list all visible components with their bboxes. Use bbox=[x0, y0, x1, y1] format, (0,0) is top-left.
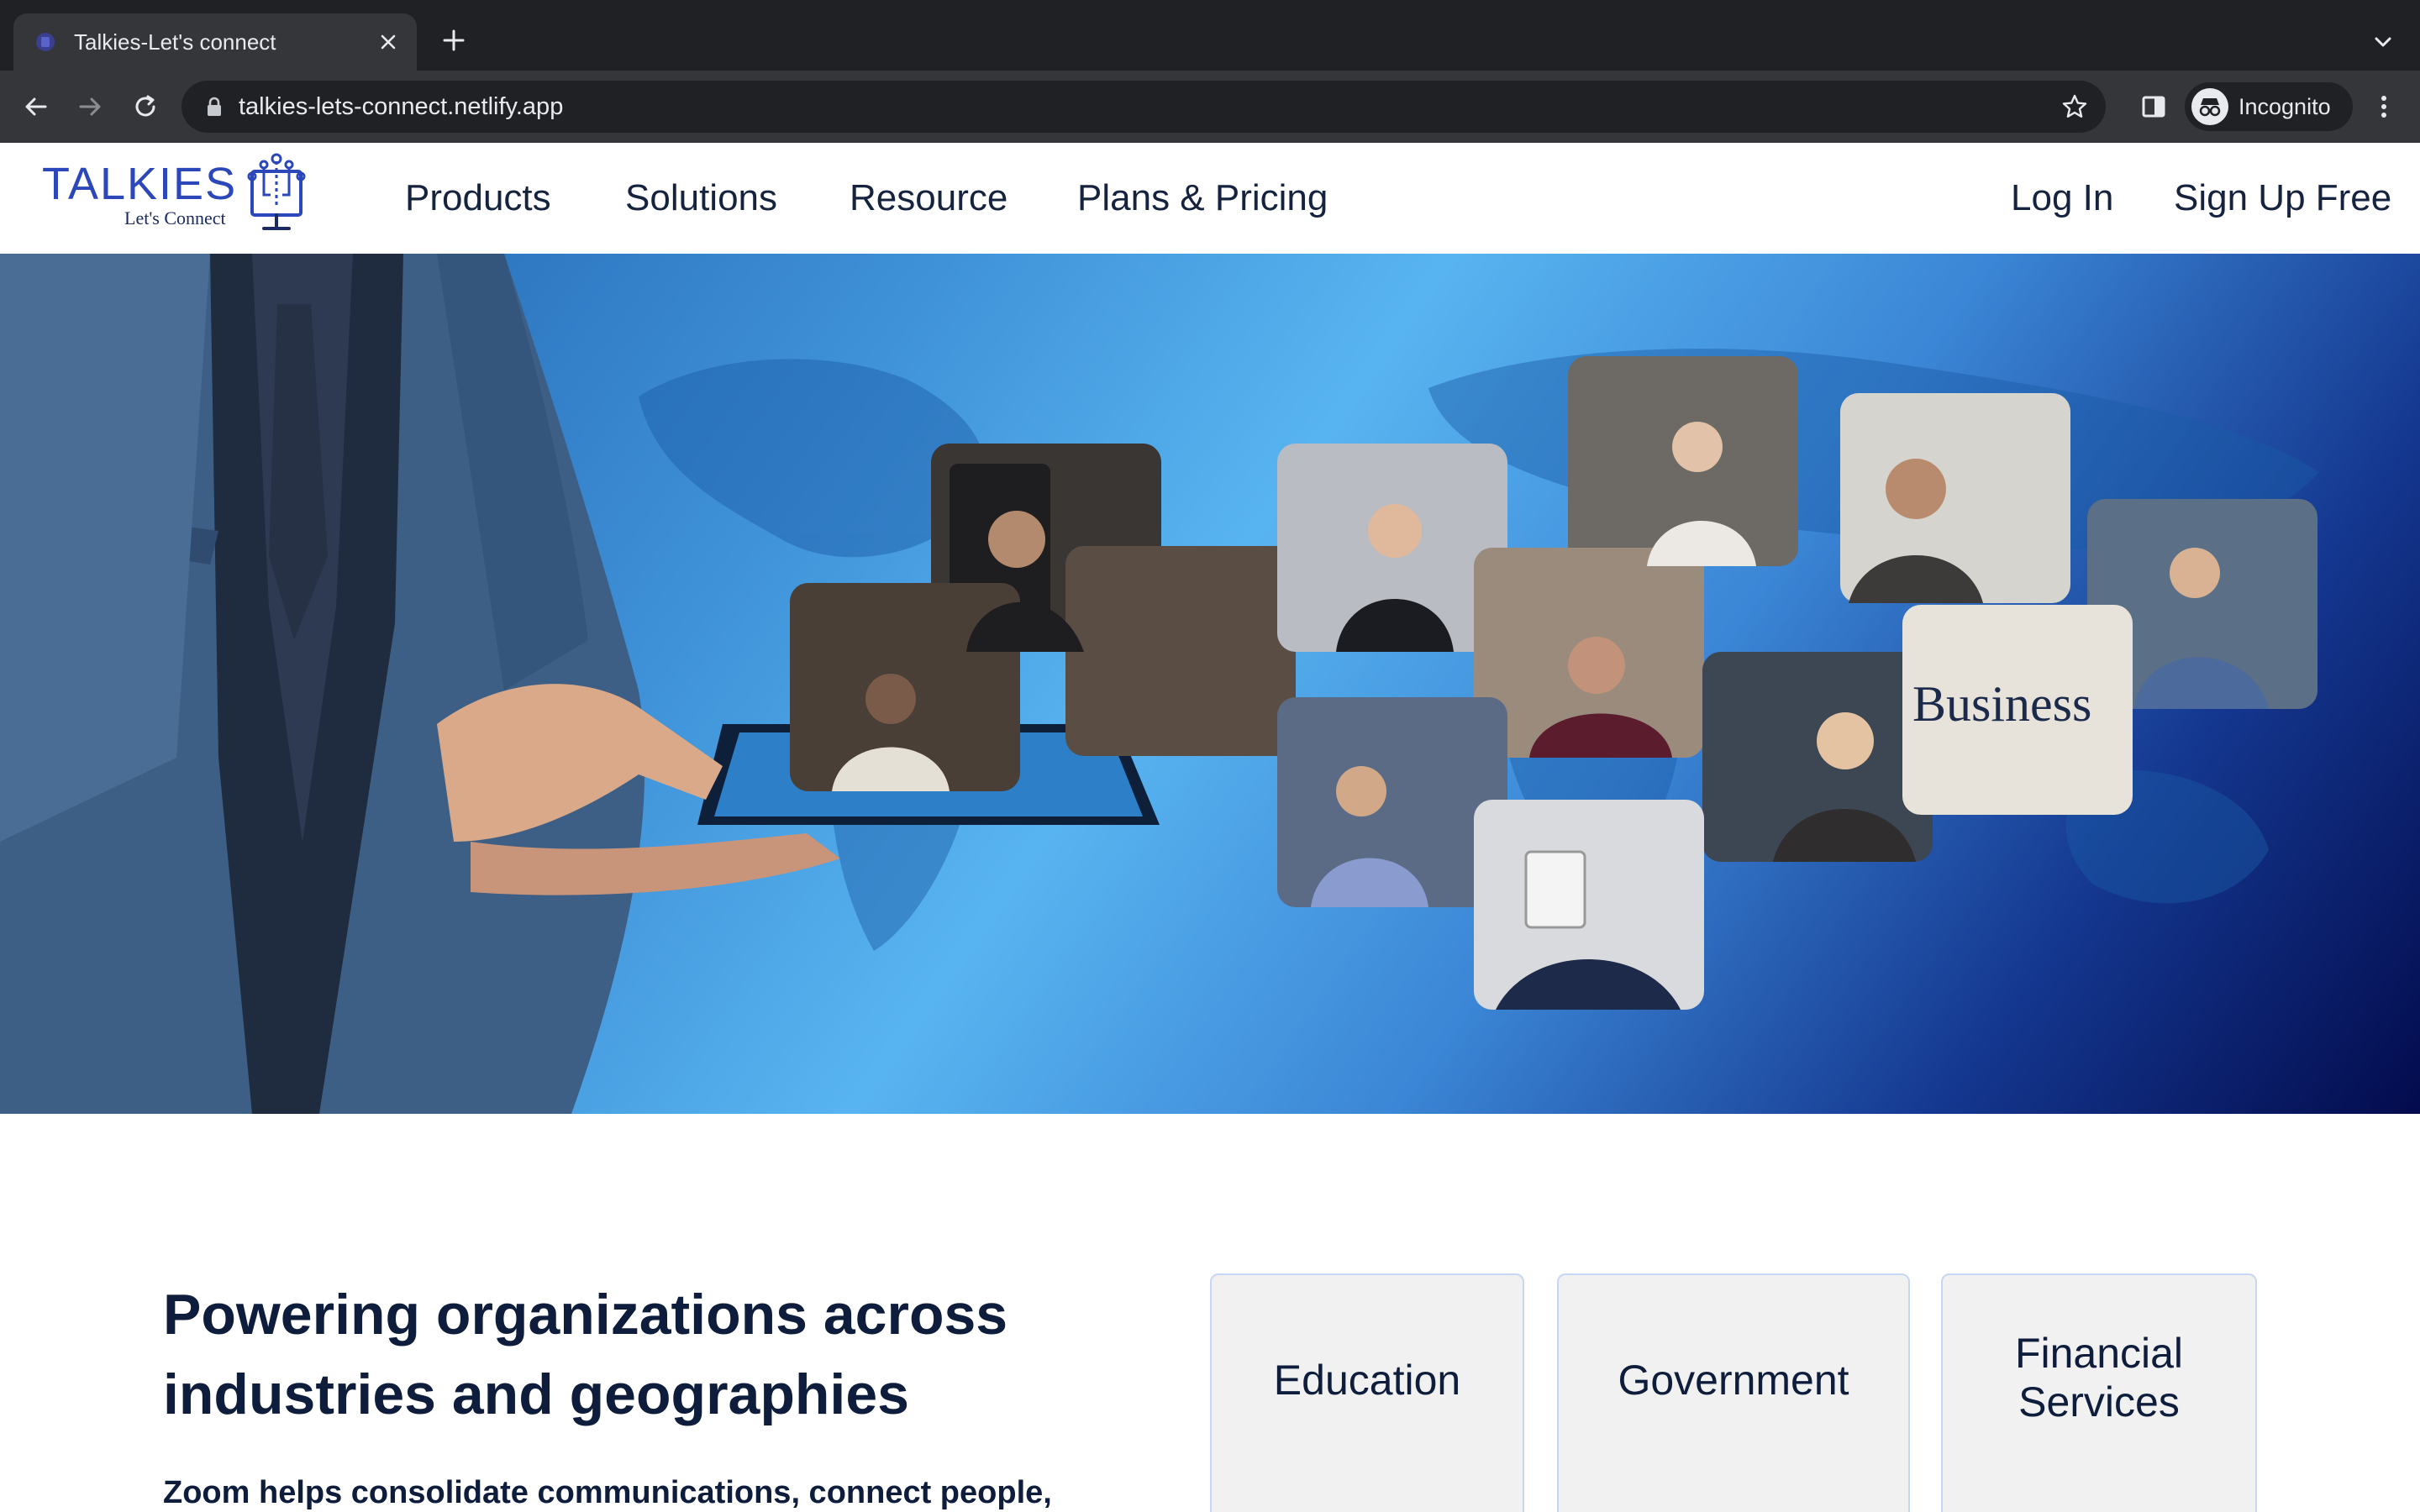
incognito-profile-button[interactable]: Incognito bbox=[2185, 82, 2353, 131]
industry-card-label: Education bbox=[1273, 1357, 1461, 1404]
industry-card-education[interactable]: Education bbox=[1210, 1273, 1524, 1512]
site-header: TALKIES Let's Connect Products Solutions… bbox=[0, 143, 2420, 254]
side-panel-icon[interactable] bbox=[2134, 87, 2173, 126]
talkies-logo[interactable]: TALKIES Let's Connect bbox=[42, 153, 311, 237]
signup-link[interactable]: Sign Up Free bbox=[2174, 176, 2391, 220]
nav-products[interactable]: Products bbox=[405, 176, 551, 220]
hero-banner: Business bbox=[0, 254, 2420, 1114]
business-newspaper-text: Business bbox=[1912, 676, 2091, 732]
logo-tagline: Let's Connect bbox=[124, 207, 226, 228]
more-menu-icon[interactable] bbox=[2365, 87, 2403, 126]
back-arrow-icon[interactable] bbox=[17, 87, 55, 126]
nav-plans-pricing[interactable]: Plans & Pricing bbox=[1077, 176, 1328, 220]
reload-icon[interactable] bbox=[126, 87, 165, 126]
logo-wordmark: TALKIES bbox=[42, 159, 238, 209]
forward-arrow-icon[interactable] bbox=[71, 87, 109, 126]
login-link[interactable]: Log In bbox=[2011, 176, 2113, 220]
nav-solutions[interactable]: Solutions bbox=[625, 176, 777, 220]
incognito-icon bbox=[2191, 88, 2228, 125]
monitor-network-icon bbox=[247, 153, 306, 230]
industries-title: Powering organizations across industries… bbox=[163, 1283, 1008, 1426]
browser-tab-strip: Talkies-Let's connect bbox=[0, 0, 2420, 71]
nav-resource[interactable]: Resource bbox=[850, 176, 1007, 220]
incognito-label: Incognito bbox=[2238, 94, 2331, 119]
site-favicon-icon bbox=[36, 33, 55, 51]
tab-title: Talkies-Let's connect bbox=[74, 29, 276, 55]
industry-card-label: Government bbox=[1618, 1357, 1849, 1404]
tab-search-chevron-down-icon[interactable] bbox=[2366, 25, 2400, 59]
browser-tab[interactable]: Talkies-Let's connect bbox=[13, 13, 417, 71]
address-bar[interactable]: talkies-lets-connect.netlify.app bbox=[182, 81, 2106, 133]
hero-illustration: Business bbox=[0, 254, 2319, 1114]
close-tab-icon[interactable] bbox=[375, 29, 402, 55]
industries-subtitle: Zoom helps consolidate communications, c… bbox=[163, 1475, 1052, 1510]
industry-card-label: Financial Services bbox=[2014, 1330, 2184, 1425]
new-tab-icon[interactable] bbox=[437, 24, 471, 57]
industry-card-government[interactable]: Government bbox=[1557, 1273, 1910, 1512]
url-text: talkies-lets-connect.netlify.app bbox=[239, 93, 564, 120]
bookmark-star-icon[interactable] bbox=[2060, 92, 2089, 121]
lock-icon bbox=[208, 97, 221, 116]
browser-toolbar: talkies-lets-connect.netlify.app Incogni… bbox=[0, 71, 2420, 143]
industry-card-financial-services[interactable]: Financial Services bbox=[1941, 1273, 2257, 1512]
